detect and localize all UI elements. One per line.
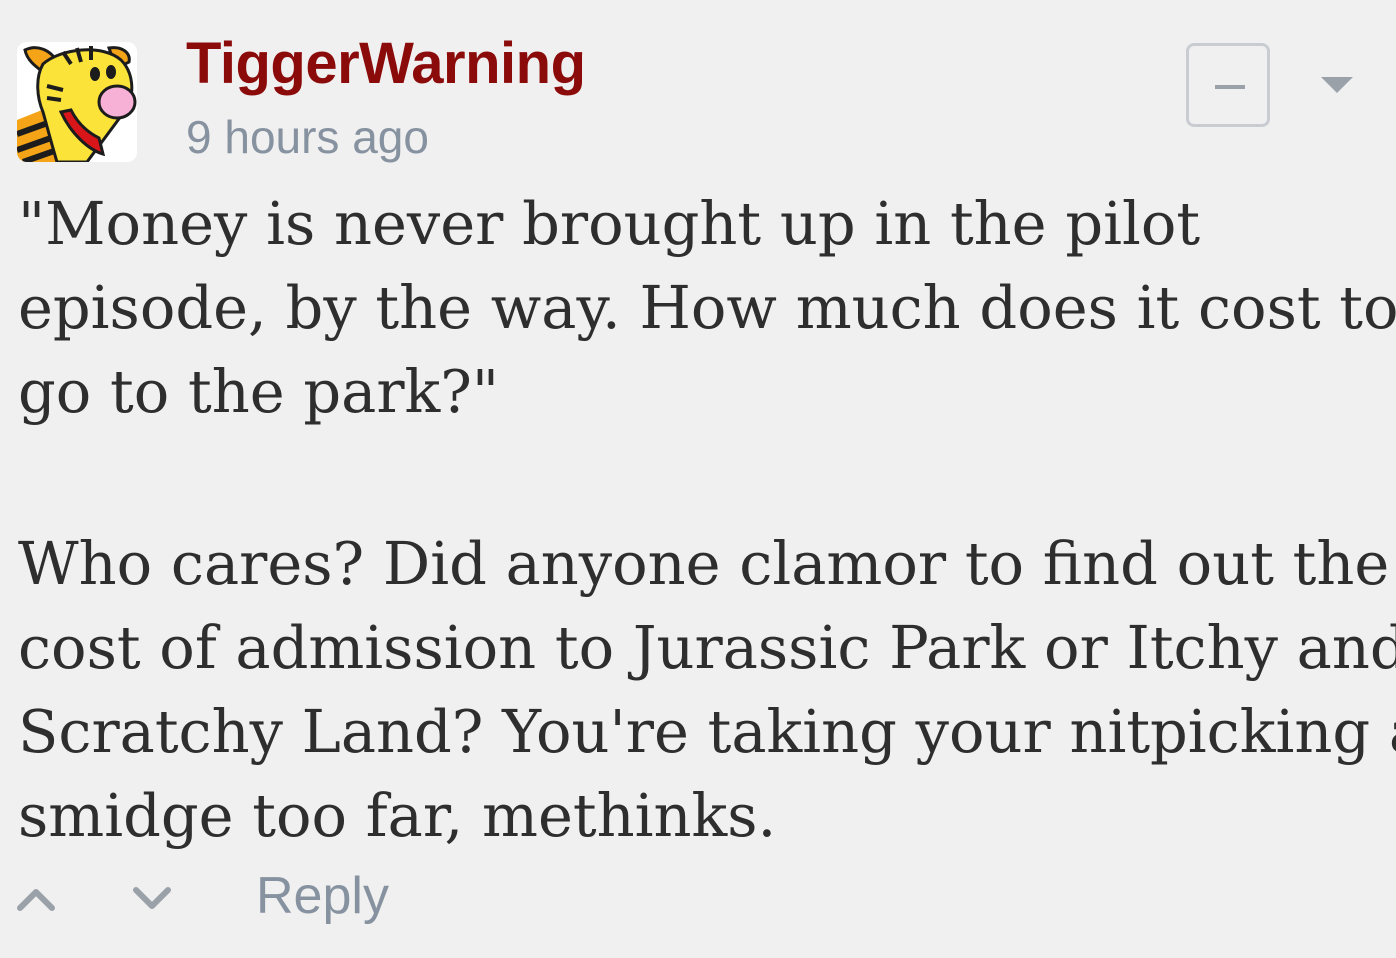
collapse-button[interactable] [1186, 43, 1270, 127]
comment-line: Scratchy Land? You're taking your nitpic… [18, 697, 1396, 766]
caret-down-icon[interactable] [1321, 77, 1353, 93]
comment-line: smidge too far, methinks. [18, 781, 777, 850]
comment-line: episode, by the way. How much does it co… [18, 273, 1396, 342]
comment-line: cost of admission to Jurassic Park or It… [18, 613, 1396, 682]
comment-paragraph: "Money is never brought up in the pilot … [18, 182, 1396, 434]
tigger-avatar-icon [17, 42, 137, 162]
comment-paragraph: Who cares? Did anyone clamor to find out… [18, 522, 1396, 858]
comment-author[interactable]: TiggerWarning [186, 30, 586, 97]
chevron-up-icon [17, 889, 55, 911]
avatar[interactable] [17, 42, 137, 162]
minus-icon [1215, 85, 1245, 89]
comment-body: "Money is never brought up in the pilot … [18, 182, 1396, 858]
downvote-button[interactable] [132, 878, 172, 918]
chevron-down-icon [133, 887, 171, 909]
comment-line: Who cares? Did anyone clamor to find out… [18, 529, 1390, 598]
comment-timestamp[interactable]: 9 hours ago [186, 110, 429, 164]
upvote-button[interactable] [16, 878, 56, 918]
comment-line: go to the park?" [18, 357, 500, 426]
comment-line: "Money is never brought up in the pilot [18, 189, 1201, 258]
reply-button[interactable]: Reply [256, 866, 389, 926]
